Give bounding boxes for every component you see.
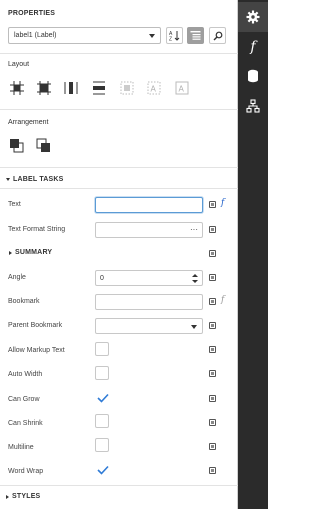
property-marker-icon[interactable] bbox=[209, 298, 216, 305]
control-selector[interactable]: label1 (Label) bbox=[8, 27, 161, 44]
bring-to-front-icon[interactable] bbox=[9, 138, 25, 154]
can-grow-label: Can Grow bbox=[8, 396, 40, 403]
expression-fx-icon[interactable]: f bbox=[221, 295, 224, 305]
layout-section-label: Layout bbox=[8, 61, 30, 68]
center-horizontally-icon[interactable] bbox=[63, 80, 79, 96]
send-to-back-icon[interactable] bbox=[36, 138, 52, 154]
collapse-icon bbox=[6, 494, 9, 499]
can-grow-checkbox[interactable] bbox=[95, 390, 109, 404]
label-tasks-title: LABEL TASKS bbox=[13, 176, 64, 183]
expand-icon bbox=[6, 178, 10, 181]
expressions-tab[interactable]: f bbox=[238, 32, 268, 62]
function-icon: f bbox=[250, 39, 256, 55]
angle-label: Angle bbox=[8, 274, 26, 281]
sort-az-icon: A Z bbox=[169, 31, 180, 42]
word-wrap-checkbox[interactable] bbox=[95, 462, 109, 476]
chevron-down-icon bbox=[191, 325, 197, 329]
property-marker-icon[interactable] bbox=[209, 274, 216, 281]
svg-text:A: A bbox=[151, 85, 157, 94]
property-marker-icon[interactable] bbox=[209, 443, 216, 450]
can-shrink-label: Can Shrink bbox=[8, 420, 43, 427]
align-to-grid-icon[interactable] bbox=[9, 80, 25, 96]
spinner-arrows-icon[interactable] bbox=[192, 273, 198, 284]
auto-width-label: Auto Width bbox=[8, 371, 43, 378]
angle-value: 0 bbox=[100, 274, 104, 282]
gear-icon bbox=[246, 10, 260, 24]
categorized-view-button[interactable] bbox=[187, 27, 204, 44]
summary-group-header[interactable]: SUMMARY bbox=[9, 249, 52, 256]
word-wrap-label: Word Wrap bbox=[8, 468, 44, 475]
divider bbox=[0, 485, 238, 486]
multiline-label: Multiline bbox=[8, 444, 34, 451]
divider bbox=[0, 188, 238, 189]
properties-panel: PROPERTIES label1 (Label) A Z Layout A A… bbox=[0, 0, 238, 509]
allow-markup-text-checkbox[interactable] bbox=[95, 342, 109, 356]
bookmark-label: Bookmark bbox=[8, 298, 40, 305]
allow-markup-text-label: Allow Markup Text bbox=[8, 347, 65, 354]
panel-title: PROPERTIES bbox=[8, 10, 56, 17]
angle-spinner[interactable]: 0 bbox=[95, 270, 203, 286]
multiline-checkbox[interactable] bbox=[95, 438, 109, 452]
text-field[interactable] bbox=[95, 197, 203, 213]
label-tasks-group-header[interactable]: LABEL TASKS bbox=[6, 176, 64, 183]
property-marker-icon[interactable] bbox=[209, 201, 216, 208]
auto-width-checkbox[interactable] bbox=[95, 366, 109, 380]
search-button[interactable] bbox=[209, 27, 226, 44]
control-selector-value: label1 (Label) bbox=[14, 32, 57, 39]
parent-bookmark-label: Parent Bookmark bbox=[8, 322, 63, 329]
collapse-icon bbox=[9, 250, 12, 255]
property-marker-icon[interactable] bbox=[209, 346, 216, 353]
text-label: Text bbox=[8, 201, 21, 208]
hierarchy-icon bbox=[246, 99, 260, 113]
checkmark-icon bbox=[97, 393, 109, 403]
can-shrink-checkbox[interactable] bbox=[95, 414, 109, 428]
database-icon bbox=[248, 69, 258, 83]
divider bbox=[0, 109, 238, 110]
property-marker-icon[interactable] bbox=[209, 395, 216, 402]
checkmark-icon bbox=[97, 465, 109, 475]
property-marker-icon[interactable] bbox=[209, 467, 216, 474]
svg-text:Z: Z bbox=[169, 37, 172, 42]
categorized-list-icon bbox=[190, 31, 201, 40]
property-marker-icon[interactable] bbox=[209, 419, 216, 426]
search-icon bbox=[213, 31, 222, 40]
fit-bounds-icon[interactable] bbox=[119, 80, 135, 96]
field-list-tab[interactable] bbox=[238, 61, 268, 91]
divider bbox=[0, 167, 238, 168]
property-marker-icon[interactable] bbox=[209, 370, 216, 377]
ellipsis-button[interactable]: ··· bbox=[190, 225, 198, 234]
svg-text:A: A bbox=[179, 85, 185, 94]
sort-alphabetical-button[interactable]: A Z bbox=[166, 27, 183, 44]
styles-group-header[interactable]: STYLES bbox=[6, 493, 40, 500]
arrangement-section-label: Arrangement bbox=[8, 119, 49, 126]
text-format-string-label: Text Format String bbox=[8, 226, 66, 233]
divider bbox=[0, 53, 238, 54]
property-marker-icon[interactable] bbox=[209, 226, 216, 233]
property-marker-icon[interactable] bbox=[209, 250, 216, 257]
report-explorer-tab[interactable] bbox=[238, 91, 268, 121]
expression-fx-icon[interactable]: f bbox=[221, 198, 224, 208]
fit-text-to-bounds-icon[interactable]: A bbox=[146, 80, 162, 96]
chevron-down-icon bbox=[149, 34, 155, 38]
text-format-string-field[interactable]: ··· bbox=[95, 222, 203, 238]
bookmark-field[interactable] bbox=[95, 294, 203, 310]
parent-bookmark-select[interactable] bbox=[95, 318, 203, 334]
center-vertically-icon[interactable] bbox=[91, 80, 107, 96]
properties-tab[interactable] bbox=[238, 2, 268, 32]
property-marker-icon[interactable] bbox=[209, 322, 216, 329]
side-rail: f bbox=[238, 0, 268, 509]
styles-title: STYLES bbox=[12, 493, 41, 500]
summary-title: SUMMARY bbox=[15, 249, 53, 256]
fit-bounds-to-text-icon[interactable]: A bbox=[174, 80, 190, 96]
size-to-grid-icon[interactable] bbox=[36, 80, 52, 96]
